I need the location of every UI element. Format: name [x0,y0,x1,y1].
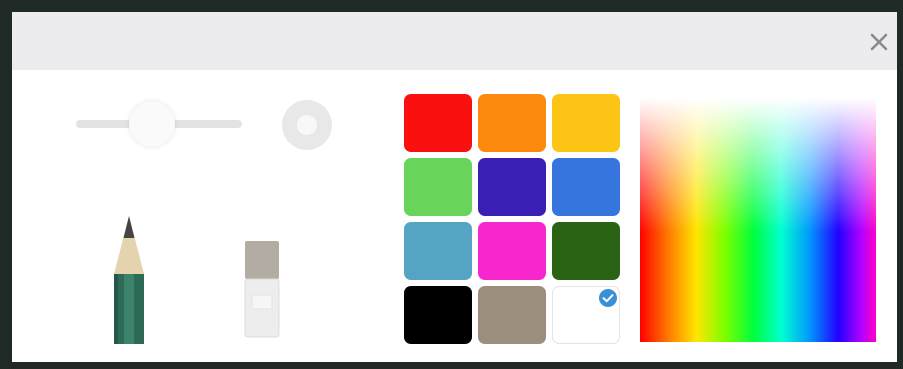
brush-size-preview-dot [297,115,317,135]
brush-size-slider-thumb[interactable] [129,101,176,147]
eraser-icon [244,241,280,338]
check-icon [599,289,617,307]
swatch-teal[interactable] [404,222,472,280]
color-picker-panel [12,12,897,362]
color-spectrum-picker[interactable] [640,98,876,342]
close-button[interactable] [867,30,891,54]
color-swatch-grid [404,94,620,344]
swatch-white[interactable] [552,286,620,344]
brush-size-preview [282,100,332,150]
close-icon [870,33,888,51]
swatch-black[interactable] [404,286,472,344]
eraser-tool-button[interactable] [242,237,282,342]
pencil-tool-button[interactable] [107,212,151,346]
swatch-taupe[interactable] [478,286,546,344]
pencil-icon [113,216,145,344]
swatch-indigo[interactable] [478,158,546,216]
swatch-dark-green[interactable] [552,222,620,280]
title-bar [12,12,897,70]
swatch-magenta[interactable] [478,222,546,280]
swatch-green[interactable] [404,158,472,216]
swatch-blue[interactable] [552,158,620,216]
swatch-orange[interactable] [478,94,546,152]
swatch-yellow[interactable] [552,94,620,152]
swatch-red[interactable] [404,94,472,152]
dialog-frame [0,0,903,369]
